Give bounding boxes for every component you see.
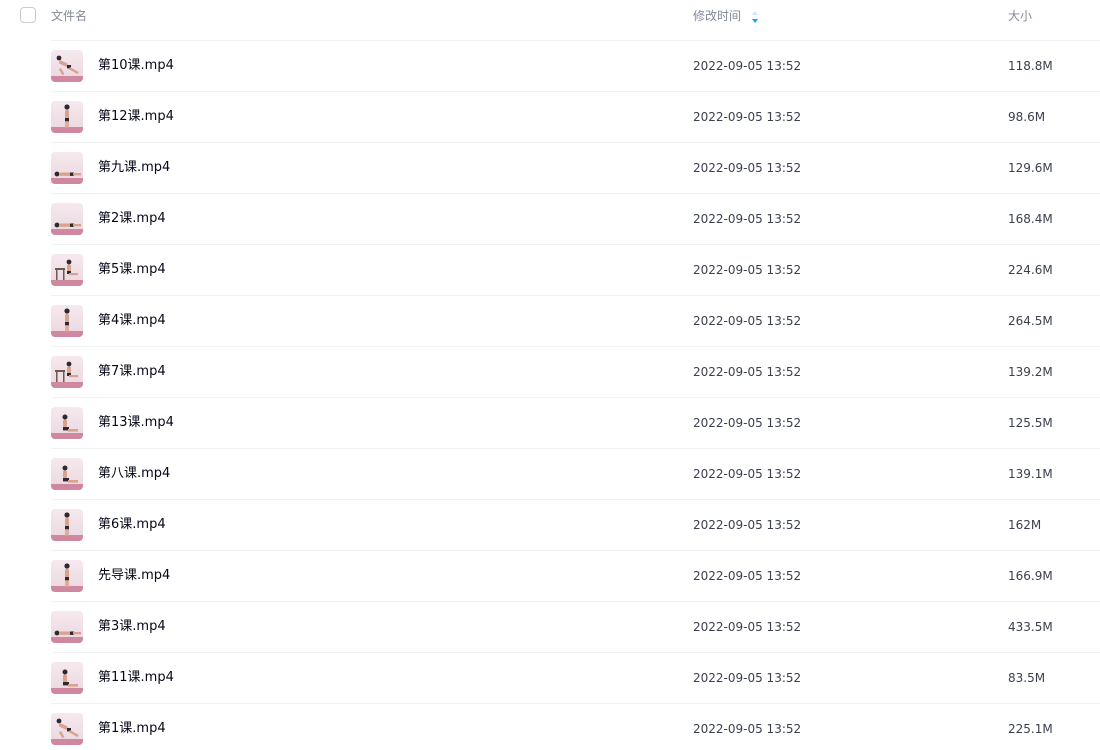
file-modified-time: 2022-09-05 13:52 — [693, 110, 802, 124]
file-modified-time: 2022-09-05 13:52 — [693, 59, 802, 73]
video-thumbnail[interactable] — [51, 662, 83, 694]
file-modified-time: 2022-09-05 13:52 — [693, 671, 802, 685]
file-modified-time: 2022-09-05 13:52 — [693, 263, 802, 277]
file-name[interactable]: 第九课.mp4 — [98, 159, 170, 177]
video-thumbnail[interactable] — [51, 50, 83, 82]
video-thumbnail[interactable] — [51, 713, 83, 745]
video-thumbnail[interactable] — [51, 152, 83, 184]
column-header-size[interactable]: 大小 — [1008, 8, 1032, 24]
video-thumbnail[interactable] — [51, 101, 83, 133]
column-header-name[interactable]: 文件名 — [51, 8, 87, 24]
file-modified-time: 2022-09-05 13:52 — [693, 416, 802, 430]
sort-arrows-icon[interactable] — [751, 9, 759, 23]
file-size: 98.6M — [1008, 110, 1046, 124]
file-name[interactable]: 第7课.mp4 — [98, 363, 166, 381]
file-name[interactable]: 第4课.mp4 — [98, 312, 166, 330]
file-row[interactable]: 第八课.mp4 2022-09-05 13:52 139.1M — [0, 448, 1100, 499]
file-row[interactable]: 第12课.mp4 2022-09-05 13:52 98.6M — [0, 91, 1100, 142]
file-list: 文件名 修改时间 大小 第10课.mp4 2022-09-05 13:52 118.… — [0, 0, 1100, 750]
file-size: 166.9M — [1008, 569, 1053, 583]
file-name[interactable]: 先导课.mp4 — [98, 567, 170, 585]
file-size: 125.5M — [1008, 416, 1053, 430]
file-name[interactable]: 第13课.mp4 — [98, 414, 174, 432]
file-modified-time: 2022-09-05 13:52 — [693, 212, 802, 226]
video-thumbnail[interactable] — [51, 356, 83, 388]
file-modified-time: 2022-09-05 13:52 — [693, 365, 802, 379]
file-name[interactable]: 第12课.mp4 — [98, 108, 174, 126]
file-modified-time: 2022-09-05 13:52 — [693, 161, 802, 175]
file-name[interactable]: 第八课.mp4 — [98, 465, 170, 483]
video-thumbnail[interactable] — [51, 560, 83, 592]
file-row[interactable]: 第1课.mp4 2022-09-05 13:52 225.1M — [0, 703, 1100, 750]
file-size: 224.6M — [1008, 263, 1053, 277]
file-row[interactable]: 先导课.mp4 2022-09-05 13:52 166.9M — [0, 550, 1100, 601]
file-row[interactable]: 第2课.mp4 2022-09-05 13:52 168.4M — [0, 193, 1100, 244]
file-modified-time: 2022-09-05 13:52 — [693, 620, 802, 634]
file-modified-time: 2022-09-05 13:52 — [693, 722, 802, 736]
file-size: 118.8M — [1008, 59, 1053, 73]
file-size: 83.5M — [1008, 671, 1046, 685]
file-row[interactable]: 第5课.mp4 2022-09-05 13:52 224.6M — [0, 244, 1100, 295]
file-row[interactable]: 第6课.mp4 2022-09-05 13:52 162M — [0, 499, 1100, 550]
file-rows: 第10课.mp4 2022-09-05 13:52 118.8M 第12课.mp4 20… — [0, 40, 1100, 750]
file-row[interactable]: 第3课.mp4 2022-09-05 13:52 433.5M — [0, 601, 1100, 652]
file-modified-time: 2022-09-05 13:52 — [693, 569, 802, 583]
file-size: 139.2M — [1008, 365, 1053, 379]
file-name[interactable]: 第10课.mp4 — [98, 57, 174, 75]
video-thumbnail[interactable] — [51, 611, 83, 643]
file-size: 168.4M — [1008, 212, 1053, 226]
video-thumbnail[interactable] — [51, 509, 83, 541]
file-size: 139.1M — [1008, 467, 1053, 481]
file-row[interactable]: 第10课.mp4 2022-09-05 13:52 118.8M — [0, 40, 1100, 91]
file-size: 264.5M — [1008, 314, 1053, 328]
file-size: 162M — [1008, 518, 1042, 532]
file-row[interactable]: 第11课.mp4 2022-09-05 13:52 83.5M — [0, 652, 1100, 703]
file-modified-time: 2022-09-05 13:52 — [693, 467, 802, 481]
video-thumbnail[interactable] — [51, 203, 83, 235]
file-row[interactable]: 第13课.mp4 2022-09-05 13:52 125.5M — [0, 397, 1100, 448]
file-name[interactable]: 第2课.mp4 — [98, 210, 166, 228]
file-name[interactable]: 第5课.mp4 — [98, 261, 166, 279]
file-name[interactable]: 第6课.mp4 — [98, 516, 166, 534]
file-modified-time: 2022-09-05 13:52 — [693, 314, 802, 328]
file-modified-time: 2022-09-05 13:52 — [693, 518, 802, 532]
file-name[interactable]: 第11课.mp4 — [98, 669, 174, 687]
select-all-checkbox[interactable] — [20, 7, 36, 23]
video-thumbnail[interactable] — [51, 254, 83, 286]
file-size: 433.5M — [1008, 620, 1053, 634]
file-row[interactable]: 第九课.mp4 2022-09-05 13:52 129.6M — [0, 142, 1100, 193]
video-thumbnail[interactable] — [51, 407, 83, 439]
file-size: 225.1M — [1008, 722, 1053, 736]
file-name[interactable]: 第3课.mp4 — [98, 618, 166, 636]
column-header-modified[interactable]: 修改时间 — [693, 8, 741, 24]
list-header: 文件名 修改时间 大小 — [0, 0, 1100, 32]
file-size: 129.6M — [1008, 161, 1053, 175]
file-name[interactable]: 第1课.mp4 — [98, 720, 166, 738]
file-row[interactable]: 第7课.mp4 2022-09-05 13:52 139.2M — [0, 346, 1100, 397]
file-row[interactable]: 第4课.mp4 2022-09-05 13:52 264.5M — [0, 295, 1100, 346]
video-thumbnail[interactable] — [51, 458, 83, 490]
video-thumbnail[interactable] — [51, 305, 83, 337]
